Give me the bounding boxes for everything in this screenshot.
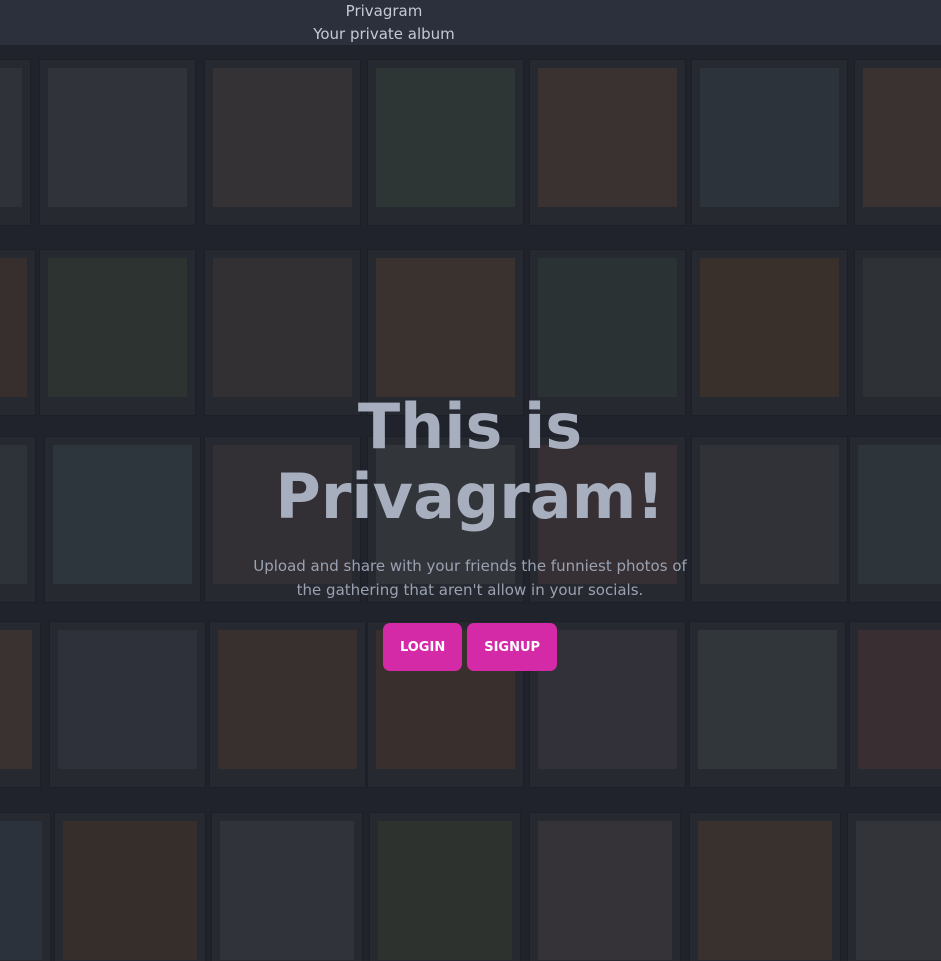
brand-tagline: Your private album	[313, 25, 455, 43]
brand-name[interactable]: Privagram	[0, 1, 768, 21]
auth-buttons: LOGIN SIGNUP	[240, 623, 700, 671]
hero-title: This is Privagram!	[275, 390, 665, 533]
landing-page: Privagram Your private album This is Pri…	[0, 0, 941, 961]
hero-section: This is Privagram! Upload and share with…	[240, 392, 700, 671]
hero-description: Upload and share with your friends the f…	[253, 557, 687, 599]
signup-button[interactable]: SIGNUP	[467, 623, 558, 671]
login-button[interactable]: LOGIN	[382, 623, 463, 671]
